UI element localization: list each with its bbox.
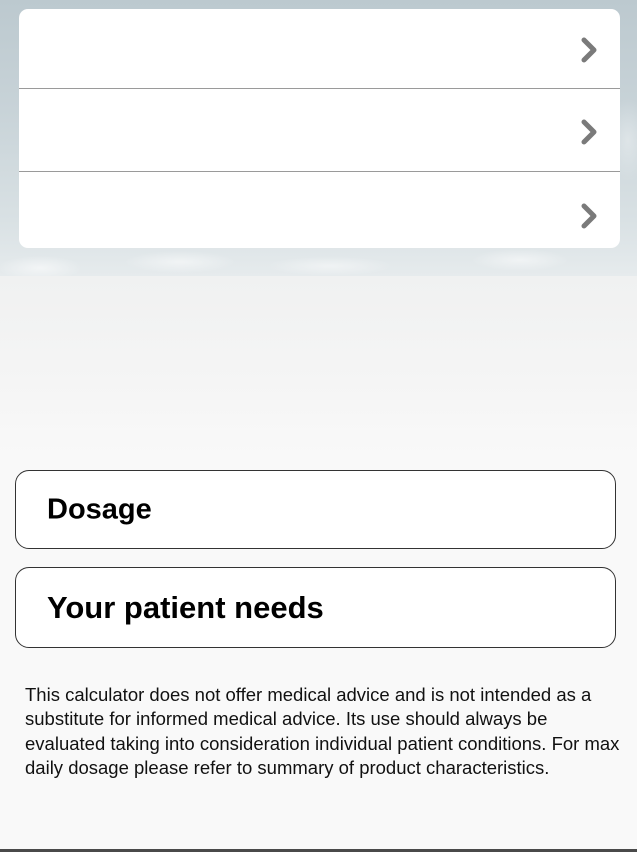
disclaimer-text: This calculator does not offer medical a… — [25, 684, 620, 778]
dosage-button-label: Dosage — [47, 493, 152, 525]
chevron-right-icon — [581, 37, 597, 63]
patient-needs-button-label: Your patient needs — [47, 589, 324, 625]
chevron-right-icon — [581, 203, 597, 229]
chevron-right-icon — [581, 119, 597, 145]
patient-needs-button[interactable]: Your patient needs — [15, 567, 616, 648]
menu-divider — [19, 171, 620, 172]
menu-row-2[interactable] — [19, 90, 620, 172]
menu-divider — [19, 88, 620, 89]
menu-list — [19, 9, 620, 248]
menu-row-1[interactable] — [19, 9, 620, 89]
background-gradient — [0, 276, 637, 456]
menu-row-3[interactable] — [19, 173, 620, 248]
dosage-button[interactable]: Dosage — [15, 470, 616, 549]
